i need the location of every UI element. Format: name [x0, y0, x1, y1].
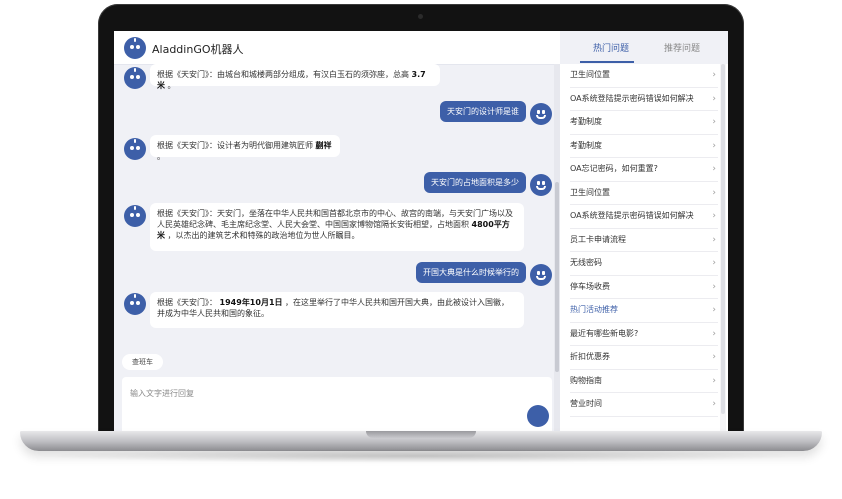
user-message: 天安门的占地面积是多少	[424, 172, 526, 193]
chevron-right-icon: ›	[712, 93, 716, 104]
panel-scroll-thumb[interactable]	[721, 64, 725, 414]
bot-avatar-icon	[124, 67, 146, 89]
message-text: 根据《天安门》：设计者为明代御用建筑匠师	[157, 141, 316, 150]
question-item[interactable]: 卫生间位置 ›	[570, 64, 718, 88]
question-item[interactable]: 考勤制度 ›	[570, 111, 718, 135]
question-label: 购物指南	[570, 375, 602, 385]
question-label: 考勤制度	[570, 140, 602, 150]
bot-avatar-icon	[124, 138, 146, 160]
app-screen: AladdinGO机器人 根据《天安门》：由城台和城楼两部分组成，有汉白玉石的须…	[114, 31, 728, 432]
camera-icon	[418, 14, 423, 19]
question-label: 折扣优惠券	[570, 352, 610, 361]
message-highlight: 1949年10月1日	[219, 298, 283, 307]
quick-reply-chip[interactable]: 查班车	[122, 354, 163, 370]
chevron-right-icon: ›	[712, 281, 716, 292]
question-item[interactable]: 无线密码 ›	[570, 252, 718, 276]
question-item[interactable]: 停车场收费 ›	[570, 276, 718, 299]
reply-input[interactable]	[128, 385, 512, 401]
chat-header: AladdinGO机器人	[114, 31, 560, 65]
chevron-right-icon: ›	[712, 70, 716, 80]
laptop-notch	[366, 431, 476, 438]
question-item[interactable]: OA系统登陆提示密码错误如何解决 ›	[570, 205, 718, 229]
question-label: 热门活动推荐	[570, 305, 618, 314]
user-message: 开国大典是什么时候举行的	[416, 262, 526, 283]
bot-avatar-icon	[124, 205, 146, 227]
message-text: 根据《天安门》：天安门，坐落在中华人民共和国首都北京市的中心、故宫的南端，与天安…	[157, 209, 513, 229]
panel-tabs: 热门问题 推荐问题	[560, 31, 728, 64]
tab-hot-questions[interactable]: 热门问题	[593, 41, 629, 54]
question-label: 营业时间	[570, 399, 602, 408]
chevron-right-icon: ›	[712, 140, 716, 151]
question-label: 卫生间位置	[570, 70, 610, 79]
chevron-right-icon: ›	[712, 258, 716, 268]
chevron-right-icon: ›	[712, 375, 716, 386]
bot-avatar-icon	[124, 293, 146, 315]
question-label: 停车场收费	[570, 281, 610, 291]
question-list: 卫生间位置 › OA系统登陆提示密码错误如何解决 › 考勤制度 › 考勤制度 › OA忘…	[570, 64, 718, 417]
bot-message: 根据《天安门》： 1949年10月1日 ，在这里举行了中华人民共和国开国大典，由…	[150, 292, 524, 328]
question-label: 最近有哪些新电影?	[570, 328, 639, 338]
laptop-shadow	[40, 449, 802, 463]
question-item[interactable]: 员工卡申请流程 ›	[570, 229, 718, 252]
tab-active-indicator	[580, 61, 634, 63]
bot-message: 根据《天安门》：设计者为明代御用建筑匠师 蒯祥 。	[150, 135, 340, 161]
message-text: ，以杰出的建筑艺术和特殊的政治地位为世人所瞩目。	[165, 231, 360, 240]
chat-scroll-thumb[interactable]	[555, 182, 559, 372]
message-list: 根据《天安门》：由城台和城楼两部分组成，有汉白玉石的须弥座，总高 3.7米 。 …	[114, 64, 554, 354]
question-item[interactable]: OA系统登陆提示密码错误如何解决 ›	[570, 88, 718, 111]
message-text: 。	[165, 81, 176, 90]
question-label: 员工卡申请流程	[570, 234, 626, 244]
chevron-right-icon: ›	[712, 305, 716, 315]
chevron-right-icon: ›	[712, 399, 716, 409]
faq-panel: 热门问题 推荐问题 卫生间位置 › OA系统登陆提示密码错误如何解决 › 考勤制度 ›…	[560, 31, 728, 432]
question-label: OA忘记密码，如何重置?	[570, 164, 658, 173]
user-avatar-icon	[530, 174, 552, 196]
user-avatar-icon	[530, 264, 552, 286]
message-highlight: 蒯祥	[315, 141, 332, 150]
chevron-right-icon: ›	[712, 352, 716, 362]
send-button[interactable]	[527, 405, 549, 427]
question-item[interactable]: OA忘记密码，如何重置? ›	[570, 158, 718, 182]
message-text: 根据《天安门》：由城台和城楼两部分组成，有汉白玉石的须弥座，总高	[157, 70, 412, 79]
question-item[interactable]: 营业时间 ›	[570, 393, 718, 417]
question-item[interactable]: 热门活动推荐 ›	[570, 299, 718, 323]
chevron-right-icon: ›	[712, 164, 716, 174]
question-label: 考勤制度	[570, 117, 602, 126]
message-text: 。	[157, 152, 165, 161]
panel-scrollbar[interactable]	[720, 64, 726, 432]
question-label: OA系统登陆提示密码错误如何解决	[570, 211, 694, 220]
question-label: 卫生间位置	[570, 187, 610, 197]
bot-message: 根据《天安门》：由城台和城楼两部分组成，有汉白玉石的须弥座，总高 3.7米 。	[150, 64, 440, 90]
question-item[interactable]: 折扣优惠券 ›	[570, 346, 718, 370]
question-item[interactable]: 最近有哪些新电影? ›	[570, 323, 718, 346]
tab-recommended-questions[interactable]: 推荐问题	[664, 41, 700, 54]
question-item[interactable]: 购物指南 ›	[570, 370, 718, 393]
chevron-right-icon: ›	[712, 234, 716, 245]
user-avatar-icon	[530, 103, 552, 125]
chevron-right-icon: ›	[712, 187, 716, 198]
reply-input-area[interactable]	[122, 377, 552, 432]
page-title: AladdinGO机器人	[152, 43, 244, 56]
question-label: OA系统登陆提示密码错误如何解决	[570, 93, 694, 103]
chat-pane: AladdinGO机器人 根据《天安门》：由城台和城楼两部分组成，有汉白玉石的须…	[114, 31, 560, 432]
message-text: 根据《天安门》：	[157, 298, 220, 307]
chevron-right-icon: ›	[712, 211, 716, 221]
bot-avatar-icon	[124, 37, 146, 59]
chevron-right-icon: ›	[712, 328, 716, 339]
question-label: 无线密码	[570, 258, 602, 267]
bot-message: 根据《天安门》：天安门，坐落在中华人民共和国首都北京市的中心、故宫的南端，与天安…	[150, 203, 524, 251]
question-item[interactable]: 考勤制度 ›	[570, 135, 718, 158]
chevron-right-icon: ›	[712, 117, 716, 127]
question-item[interactable]: 卫生间位置 ›	[570, 182, 718, 205]
user-message: 天安门的设计师是谁	[440, 101, 526, 122]
